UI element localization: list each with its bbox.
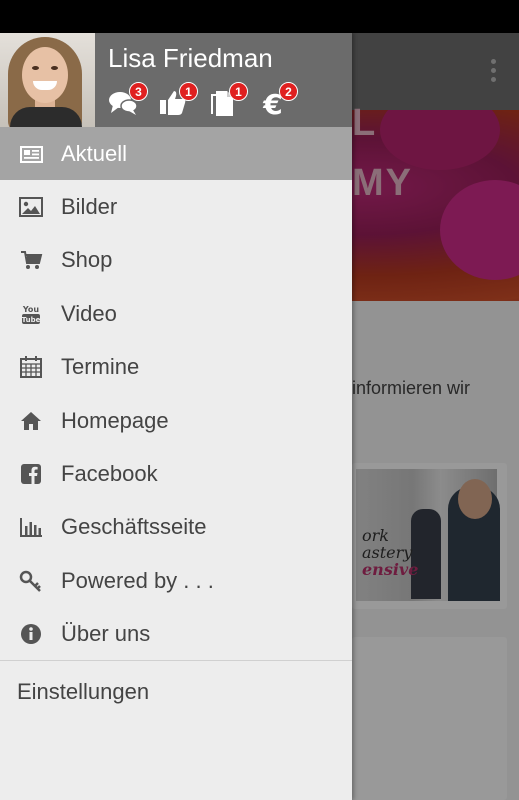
bar-chart-icon	[18, 514, 44, 540]
menu-item-label: Facebook	[61, 461, 158, 487]
youtube-icon: You Tube	[18, 301, 44, 327]
menu-item-powered-by[interactable]: Powered by . . .	[0, 554, 352, 607]
payments-badge: 2	[279, 82, 298, 101]
status-bar	[0, 0, 519, 33]
menu-item-video[interactable]: You Tube Video	[0, 287, 352, 340]
cart-icon	[18, 247, 44, 273]
likes-badge: 1	[179, 82, 198, 101]
avatar[interactable]	[0, 33, 95, 127]
documents-button[interactable]: 1	[208, 82, 248, 118]
info-icon	[18, 621, 44, 647]
facebook-icon	[18, 461, 44, 487]
menu-divider	[0, 660, 352, 661]
menu-item-label: Shop	[61, 247, 113, 273]
menu-item-facebook[interactable]: Facebook	[0, 447, 352, 500]
menu-item-label: Video	[61, 300, 117, 326]
newspaper-icon	[18, 141, 44, 167]
menu-item-label: Bilder	[61, 194, 118, 220]
drawer-menu: Aktuell Bilder Shop You Tube Video Termin…	[0, 127, 352, 661]
calendar-icon	[18, 354, 44, 380]
home-icon	[18, 408, 44, 434]
menu-item-bilder[interactable]: Bilder	[0, 180, 352, 233]
svg-text:You: You	[22, 305, 40, 314]
svg-text:Tube: Tube	[22, 316, 41, 324]
drawer-header: Lisa Friedman 3 1 1 € 2	[0, 33, 352, 127]
menu-item-label: Über uns	[61, 621, 151, 647]
menu-item-label: Homepage	[61, 407, 169, 433]
messages-badge: 3	[129, 82, 148, 101]
navigation-drawer: Lisa Friedman 3 1 1 € 2 Aktuell Bilder S…	[0, 33, 352, 800]
documents-badge: 1	[229, 82, 248, 101]
payments-button[interactable]: € 2	[258, 82, 298, 118]
menu-item-aktuell[interactable]: Aktuell	[0, 127, 352, 181]
user-name: Lisa Friedman	[108, 43, 273, 73]
menu-item-label: Geschäftsseite	[61, 514, 207, 540]
menu-item-termine[interactable]: Termine	[0, 341, 352, 394]
menu-item-homepage[interactable]: Homepage	[0, 394, 352, 447]
menu-item-label: Aktuell	[61, 140, 128, 166]
menu-item-shop[interactable]: Shop	[0, 234, 352, 287]
key-icon	[18, 568, 44, 594]
likes-button[interactable]: 1	[158, 82, 198, 118]
menu-item-ueber-uns[interactable]: Über uns	[0, 608, 352, 661]
menu-item-label: Termine	[61, 354, 140, 380]
image-icon	[18, 194, 44, 220]
settings-item[interactable]: Einstellungen	[17, 679, 149, 705]
menu-item-label: Powered by . . .	[61, 567, 214, 593]
messages-button[interactable]: 3	[108, 82, 148, 118]
menu-item-geschaeftsseite[interactable]: Geschäftsseite	[0, 501, 352, 554]
